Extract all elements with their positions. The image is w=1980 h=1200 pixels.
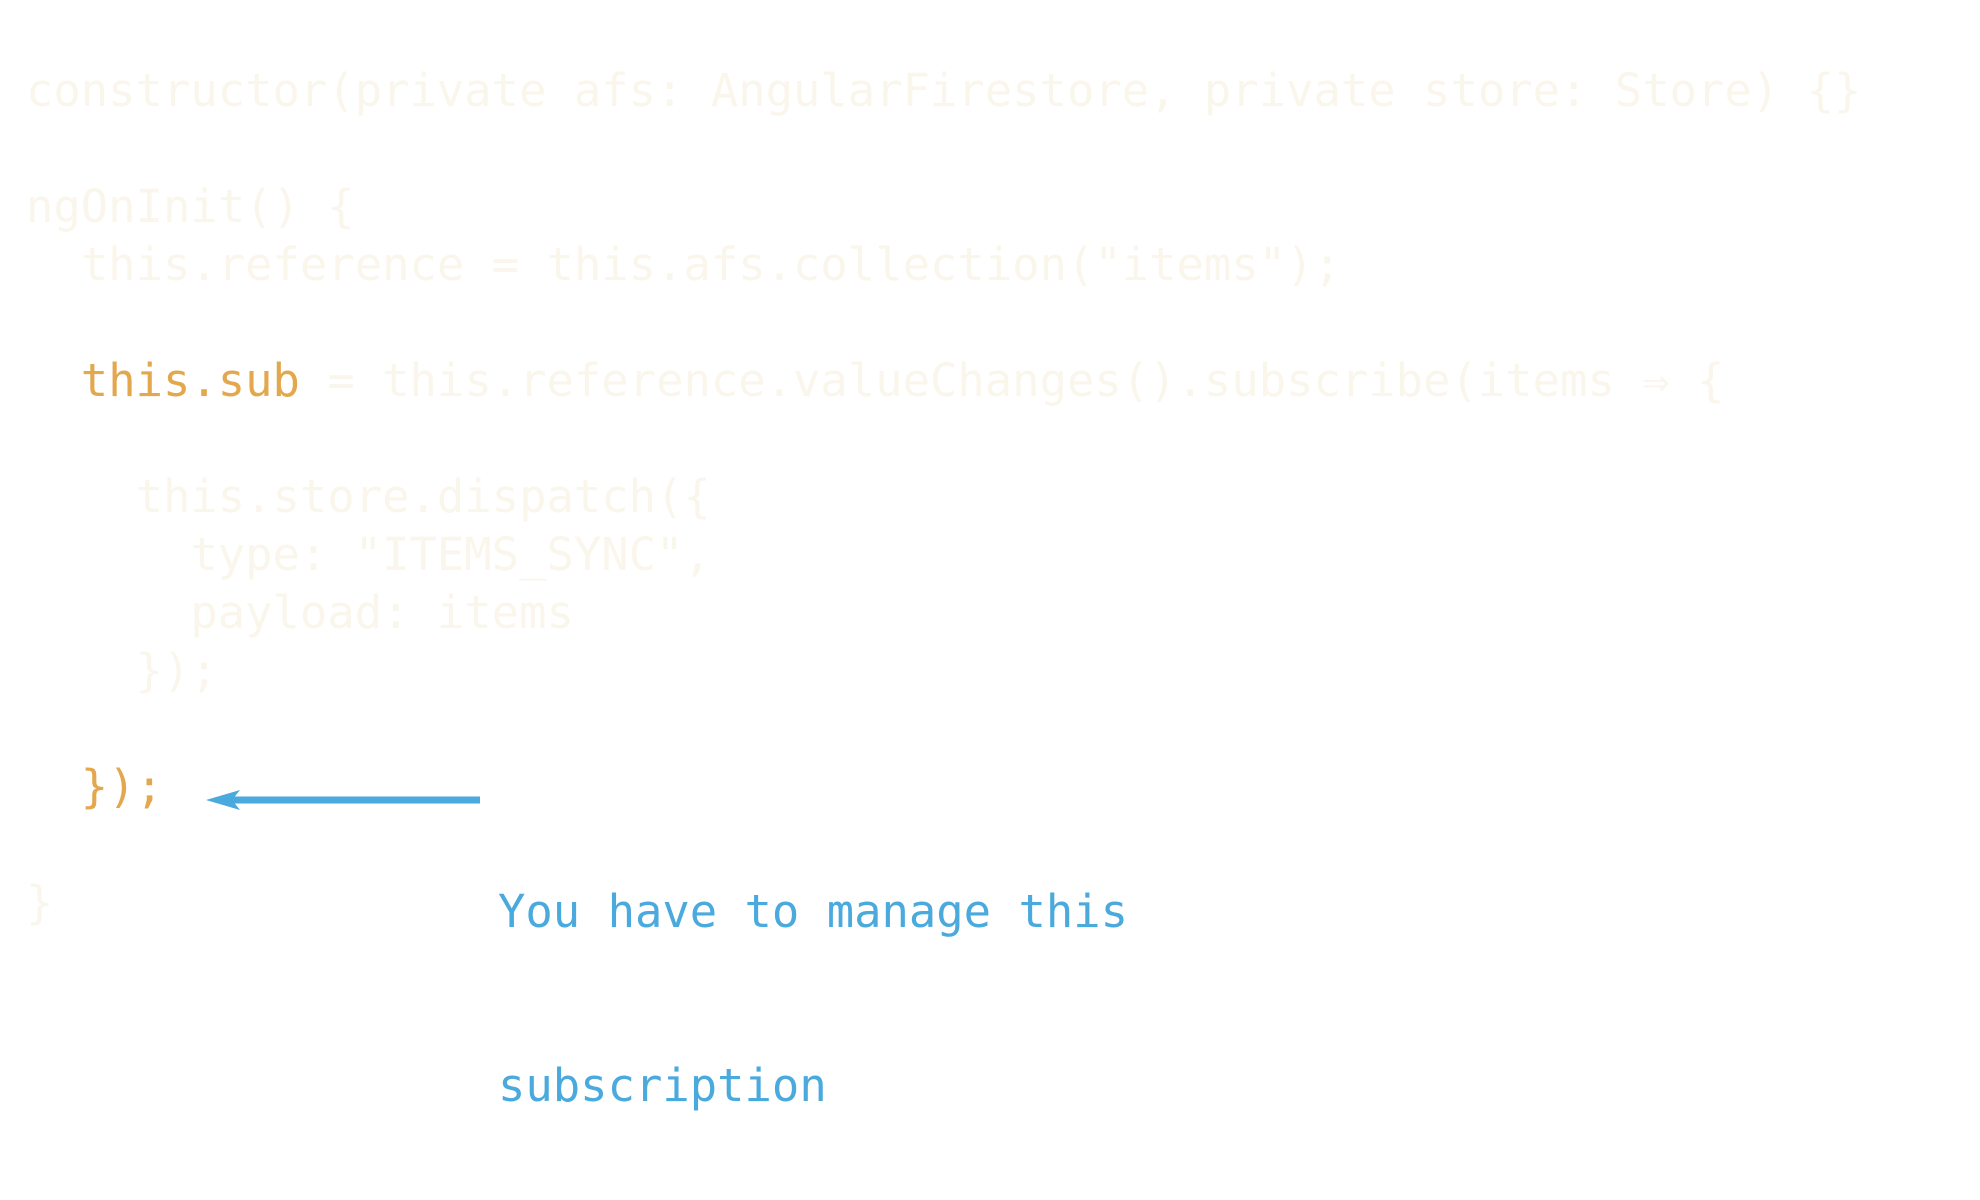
annotation-text: You have to manage this subscription <box>498 767 1128 1173</box>
code-text: constructor(private afs: AngularFirestor… <box>26 64 1862 117</box>
annotation-line-2: subscription <box>498 1059 827 1112</box>
code-line: }); <box>26 642 1861 700</box>
code-text: } <box>26 876 54 929</box>
code-line-subscription: this.sub = this.reference.valueChanges()… <box>26 352 1861 410</box>
code-line: payload: items <box>26 584 1861 642</box>
code-line: type: "ITEMS_SYNC", <box>26 526 1861 584</box>
highlighted-closing-brace: }); <box>80 760 163 813</box>
code-text: }); <box>26 644 218 697</box>
code-text: ngOnInit() { <box>26 180 355 233</box>
code-line: constructor(private afs: AngularFirestor… <box>26 62 1861 120</box>
code-text: this.reference = this.afs.collection("it… <box>26 238 1341 291</box>
code-line: this.reference = this.afs.collection("it… <box>26 236 1861 294</box>
code-line: this.store.dispatch({ <box>26 468 1861 526</box>
highlighted-this-sub: this.sub <box>80 354 300 407</box>
annotation-line-1: You have to manage this <box>498 885 1129 938</box>
code-line: ngOnInit() { <box>26 178 1861 236</box>
code-text: = this.reference.valueChanges().subscrib… <box>299 354 1725 407</box>
code-text: type: "ITEMS_SYNC", <box>26 528 711 581</box>
code-text: payload: items <box>26 586 574 639</box>
code-text: this.store.dispatch({ <box>26 470 711 523</box>
annotation-arrow <box>206 790 480 810</box>
